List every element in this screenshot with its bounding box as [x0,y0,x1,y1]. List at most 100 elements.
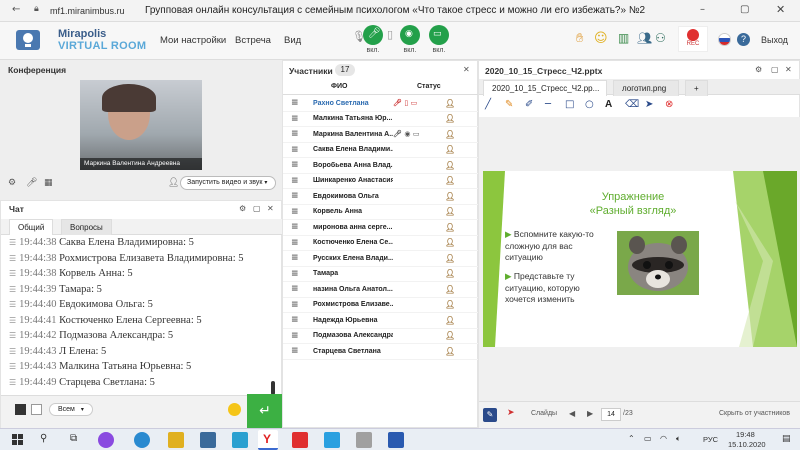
back-arrow-icon[interactable]: ← [12,4,20,15]
tab-questions[interactable]: Вопросы [61,219,112,235]
participant-row[interactable]: ≡ Маркина Валентина А... 🎤︎ ◉ ▭ 👤︎ [283,127,479,143]
l-app-icon[interactable] [232,432,248,448]
presentation-settings-icon[interactable]: ⚙ [755,65,762,74]
participant-row[interactable]: ≡ Надежда Юрьевна 👤︎ [283,313,479,329]
next-slide-icon[interactable]: ▶ [587,409,593,418]
task-view-icon[interactable]: ⧉ [70,433,77,444]
pen-mode-icon[interactable]: ✎ [483,408,497,422]
raise-hand-icon[interactable]: ✋︎ [576,31,583,46]
clock-time[interactable]: 19:48 [736,430,755,439]
presentation-maximize-icon[interactable]: ▢ [771,65,779,74]
file-explorer-icon[interactable] [168,432,184,448]
close-icon[interactable]: ✕ [776,3,785,16]
maximize-icon[interactable]: ▢ [740,4,749,15]
mic-button[interactable]: 🎤︎ [363,25,383,45]
hide-from-participants-button[interactable]: Скрыть от участников [719,410,790,417]
record-button[interactable]: REC [678,26,708,52]
browser-url[interactable]: mf1.miranimbus.ru [50,6,145,16]
battery-icon[interactable]: ▭ [644,434,652,443]
camera-button[interactable]: ◉ [400,25,420,45]
participant-row[interactable]: ≡ Саква Елена Владими... 👤︎ [283,143,479,158]
tab-presentation-file[interactable]: 2020_10_15_Стресс_Ч2.pp... [483,80,607,96]
rectangle-icon[interactable]: □ [565,99,574,110]
search-icon[interactable]: ⚲ [40,433,47,444]
smiley-icon[interactable] [228,403,241,416]
mail-icon[interactable] [324,432,340,448]
participant-row[interactable]: ≡ Старцева Светлана 👤︎ [283,344,479,360]
participant-row[interactable]: ≡ Подмазова Александра 👤︎ [283,329,479,344]
chat-settings-icon[interactable]: ⚙ [239,204,246,213]
text-color-icon[interactable] [15,404,26,415]
menu-my-settings[interactable]: Мои настройки [160,35,226,46]
participant-row[interactable]: ≡ Рохмистрова Елизаве... 👤︎ [283,298,479,313]
participant-row[interactable]: ≡ Воробьева Анна Влад... 👤︎ [283,158,479,174]
minimize-icon[interactable]: – [700,4,705,15]
edge-browser-icon[interactable] [134,432,150,448]
ellipse-icon[interactable]: ○ [585,99,594,110]
marker-icon[interactable]: ✐ [525,99,533,110]
stats-icon[interactable]: ▥ [618,31,629,45]
store-icon[interactable] [200,432,216,448]
tab-add[interactable]: + [685,80,708,96]
chat-scrollbar[interactable] [271,381,275,395]
participant-row[interactable]: ≡ Русских Елена Влади... 👤︎ [283,251,479,267]
volume-icon[interactable]: 🔈︎ [676,434,681,444]
screen-share-button[interactable]: ▭ [429,25,449,45]
menu-meeting[interactable]: Встреча [235,35,271,46]
chat-maximize-icon[interactable]: ▢ [253,204,261,213]
participant-video[interactable]: Маркина Валентина Андреевна [80,80,202,170]
participant-row[interactable]: ≡ Евдокимова Ольга 👤︎ [283,189,479,205]
presentation-close-icon[interactable]: ✕ [785,65,792,74]
camera-settings-icon[interactable]: ⚙ [8,178,16,188]
users-icon[interactable]: 👥︎ [637,31,652,45]
keyboard-language[interactable]: РУС [703,435,718,444]
participant-row[interactable]: ≡ Костюченко Елена Се... 👤︎ [283,236,479,251]
laser-pointer-icon[interactable]: ➤ [507,408,515,418]
video-layout-icon[interactable]: ▦ [44,178,53,188]
language-flag-icon[interactable] [718,33,731,46]
text-tool-icon[interactable]: A [605,99,612,110]
send-button[interactable]: ↵ [247,394,283,428]
tab-general[interactable]: Общий [9,219,54,235]
recipient-select[interactable]: Всем ▾ [49,403,93,416]
wifi-icon[interactable]: ◠ [660,434,667,443]
pen-icon[interactable]: ╱ [485,99,491,110]
line-icon[interactable]: ─ [545,99,551,110]
start-video-dropdown[interactable]: Запустить видео и звук ▾ [180,176,276,190]
participant-row[interactable]: ≡ назина Ольга Анатол... 👤︎ [283,282,479,298]
pointer-icon[interactable]: ➤ [645,99,653,110]
slide[interactable]: Упражнение «Разный взгляд» ▶ Вспомните к… [483,171,797,347]
tab-logo-file[interactable]: логотип.png [613,80,679,96]
mic-settings-icon[interactable]: 🎤︎ [26,178,37,188]
participant-row[interactable]: ≡ Шинкаренко Анастасия 👤︎ [283,174,479,189]
windows-start-icon[interactable] [12,434,24,446]
yandex-icon[interactable] [292,432,308,448]
yandex-browser-icon[interactable]: Y [258,430,278,450]
chat-message-time: 19:44:43 [19,361,57,372]
help-icon[interactable]: ? [737,33,750,46]
network-icon[interactable]: ⚇ [655,31,666,45]
participant-row[interactable]: ≡ Корвель Анна 👤︎ [283,205,479,220]
menu-view[interactable]: Вид [284,35,301,46]
participant-row[interactable]: ≡ Тамара 👤︎ [283,267,479,282]
exit-button[interactable]: Выход [761,35,788,45]
prev-slide-icon[interactable]: ◀ [569,409,575,418]
slides-label[interactable]: Слайды [531,410,557,417]
background-color-icon[interactable] [31,404,42,415]
notifications-icon[interactable]: ▤ [782,434,791,444]
page-input[interactable]: 14 [601,408,621,421]
highlighter-icon[interactable]: ✎ [505,99,513,110]
tray-arrow-icon[interactable]: ⌃ [628,434,635,443]
participants-close-icon[interactable]: ✕ [463,65,470,74]
eraser-icon[interactable]: ⌫ [625,99,639,110]
emoji-icon[interactable]: ☺ [594,31,608,46]
participant-row[interactable]: ≡ миронова анна серге... 👤︎ [283,220,479,236]
chat-close-icon[interactable]: ✕ [267,204,274,213]
alice-app-icon[interactable] [98,432,114,448]
word-icon[interactable] [388,432,404,448]
clear-icon[interactable]: ⊗ [665,99,673,110]
participant-row[interactable]: ≡ Малкина Татьяна Юр... 👤︎ [283,112,479,127]
tools-icon[interactable] [356,432,372,448]
participant-row[interactable]: ≡ Рахно Светлана 🎤︎ ▯ ▭ 👤︎ [283,96,479,112]
clock-date[interactable]: 15.10.2020 [728,440,766,449]
